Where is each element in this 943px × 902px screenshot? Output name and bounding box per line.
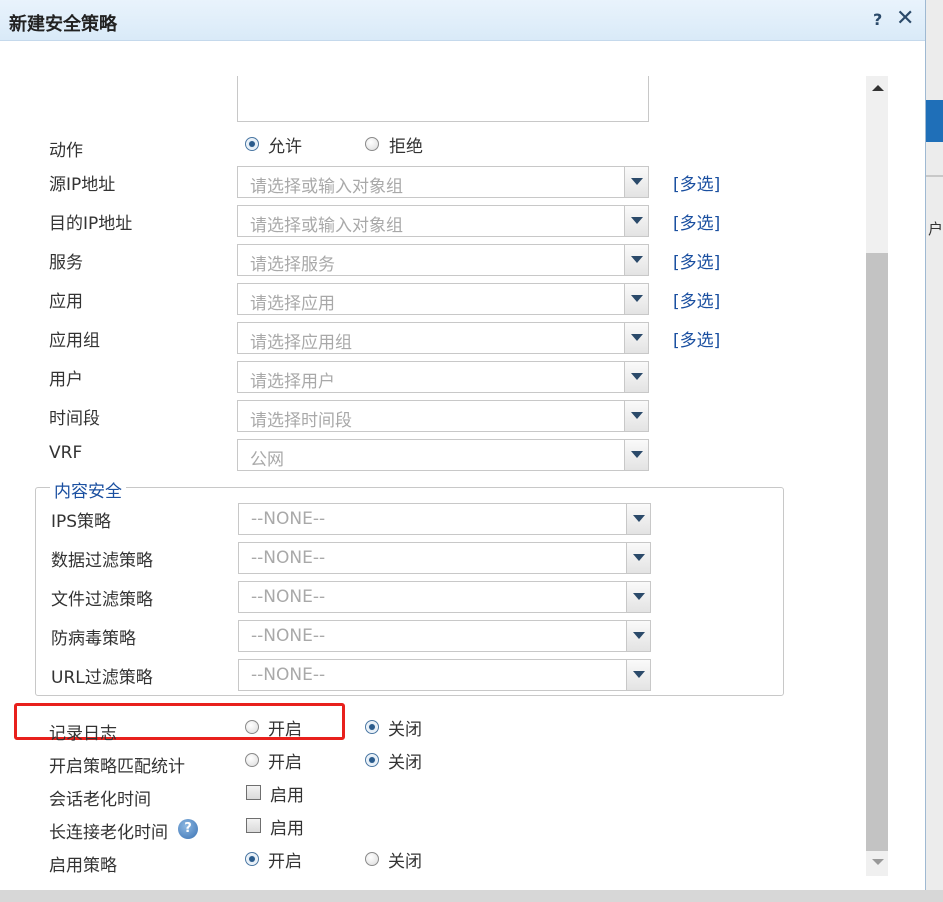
dest-ip-placeholder: 请选择或输入对象组 [250,216,403,236]
scroll-up-arrow-icon[interactable] [872,84,884,92]
enable-policy-on-label: 开启 [268,852,302,872]
scroll-down-arrow-icon[interactable] [872,858,884,866]
chevron-down-icon[interactable] [624,401,648,431]
service-placeholder: 请选择服务 [250,255,335,275]
file-filter-policy-label: 文件过滤策略 [51,590,153,610]
help-icon[interactable]: ? [873,10,882,29]
long-connection-aging-checkbox[interactable] [246,818,261,833]
chevron-down-icon[interactable] [626,660,650,690]
long-connection-aging-label: 长连接老化时间 [49,823,168,843]
application-placeholder: 请选择应用 [250,294,335,314]
source-ip-placeholder: 请选择或输入对象组 [250,177,403,197]
chevron-down-icon[interactable] [624,245,648,275]
background-text-fragment: 户 [928,220,943,238]
action-allow-label: 允许 [268,137,302,157]
ips-policy-label: IPS策略 [51,512,112,532]
url-filter-policy-value: --NONE-- [251,665,326,685]
log-off-label: 关闭 [388,720,422,740]
application-group-label: 应用组 [49,331,100,351]
chevron-down-icon[interactable] [626,621,650,651]
vrf-select[interactable]: 公网 [237,439,649,471]
log-on-label: 开启 [268,720,302,740]
log-off-radio[interactable] [365,720,379,734]
chevron-down-icon[interactable] [626,543,650,573]
vrf-value: 公网 [250,450,284,470]
time-range-label: 时间段 [49,409,100,429]
background-banner [926,100,943,142]
application-group-multi-select-link[interactable]: [多选] [673,326,720,351]
enable-policy-off-label: 关闭 [388,852,422,872]
data-filter-policy-value: --NONE-- [251,548,326,568]
url-filter-policy-select[interactable]: --NONE-- [238,659,651,691]
session-aging-label: 会话老化时间 [49,790,151,810]
antivirus-policy-label: 防病毒策略 [51,629,136,649]
question-mark-icon[interactable]: ? [178,819,198,839]
dest-ip-multi-select-link[interactable]: [多选] [673,209,720,234]
action-deny-radio[interactable] [365,137,379,151]
user-select[interactable]: 请选择用户 [237,361,649,393]
dialog-title: 新建安全策略 [9,14,117,35]
dialog-titlebar: 新建安全策略 ? ✕ [0,0,925,41]
time-range-placeholder: 请选择时间段 [250,411,352,431]
service-label: 服务 [49,253,83,273]
match-stats-off-label: 关闭 [388,753,422,773]
vrf-label: VRF [49,443,83,463]
background-bottom-bar [0,890,943,902]
time-range-select[interactable]: 请选择时间段 [237,400,649,432]
log-on-radio[interactable] [245,720,259,734]
chevron-down-icon[interactable] [624,284,648,314]
source-ip-multi-select-link[interactable]: [多选] [673,170,720,195]
new-security-policy-dialog: 新建安全策略 ? ✕ 动作 允许 拒绝 源IP地址 请选择或输入对象组 [多选]… [0,0,926,890]
application-select[interactable]: 请选择应用 [237,283,649,315]
match-stats-off-radio[interactable] [365,753,379,767]
chevron-down-icon[interactable] [626,582,650,612]
chevron-down-icon[interactable] [624,167,648,197]
service-select[interactable]: 请选择服务 [237,244,649,276]
source-ip-label: 源IP地址 [49,175,116,195]
description-textarea[interactable] [237,76,649,122]
source-ip-select[interactable]: 请选择或输入对象组 [237,166,649,198]
enable-policy-on-radio[interactable] [245,852,259,866]
log-label: 记录日志 [49,724,117,744]
service-multi-select-link[interactable]: [多选] [673,248,720,273]
antivirus-policy-select[interactable]: --NONE-- [238,620,651,652]
ips-policy-value: --NONE-- [251,509,326,529]
file-filter-policy-value: --NONE-- [251,587,326,607]
file-filter-policy-select[interactable]: --NONE-- [238,581,651,613]
session-aging-checkbox[interactable] [246,785,261,800]
url-filter-policy-label: URL过滤策略 [51,668,153,688]
action-allow-radio[interactable] [245,137,259,151]
data-filter-policy-label: 数据过滤策略 [51,551,153,571]
user-placeholder: 请选择用户 [250,372,335,392]
action-label: 动作 [49,141,83,161]
match-stats-on-radio[interactable] [245,753,259,767]
dest-ip-label: 目的IP地址 [49,214,133,234]
session-aging-enable-label: 启用 [270,786,304,806]
scrollbar-thumb[interactable] [866,253,888,851]
ips-policy-select[interactable]: --NONE-- [238,503,651,535]
application-group-select[interactable]: 请选择应用组 [237,322,649,354]
chevron-down-icon[interactable] [624,206,648,236]
antivirus-policy-value: --NONE-- [251,626,326,646]
user-label: 用户 [49,370,83,390]
chevron-down-icon[interactable] [624,362,648,392]
chevron-down-icon[interactable] [624,440,648,470]
action-deny-label: 拒绝 [389,137,423,157]
match-stats-on-label: 开启 [268,753,302,773]
close-icon[interactable]: ✕ [896,6,914,31]
background-divider [926,175,943,177]
long-connection-aging-enable-label: 启用 [270,819,304,839]
match-stats-label: 开启策略匹配统计 [49,757,185,777]
application-label: 应用 [49,292,83,312]
enable-policy-label: 启用策略 [49,856,117,876]
dest-ip-select[interactable]: 请选择或输入对象组 [237,205,649,237]
application-multi-select-link[interactable]: [多选] [673,287,720,312]
chevron-down-icon[interactable] [626,504,650,534]
data-filter-policy-select[interactable]: --NONE-- [238,542,651,574]
chevron-down-icon[interactable] [624,323,648,353]
application-group-placeholder: 请选择应用组 [250,333,352,353]
enable-policy-off-radio[interactable] [365,852,379,866]
content-security-legend: 内容安全 [50,477,126,502]
